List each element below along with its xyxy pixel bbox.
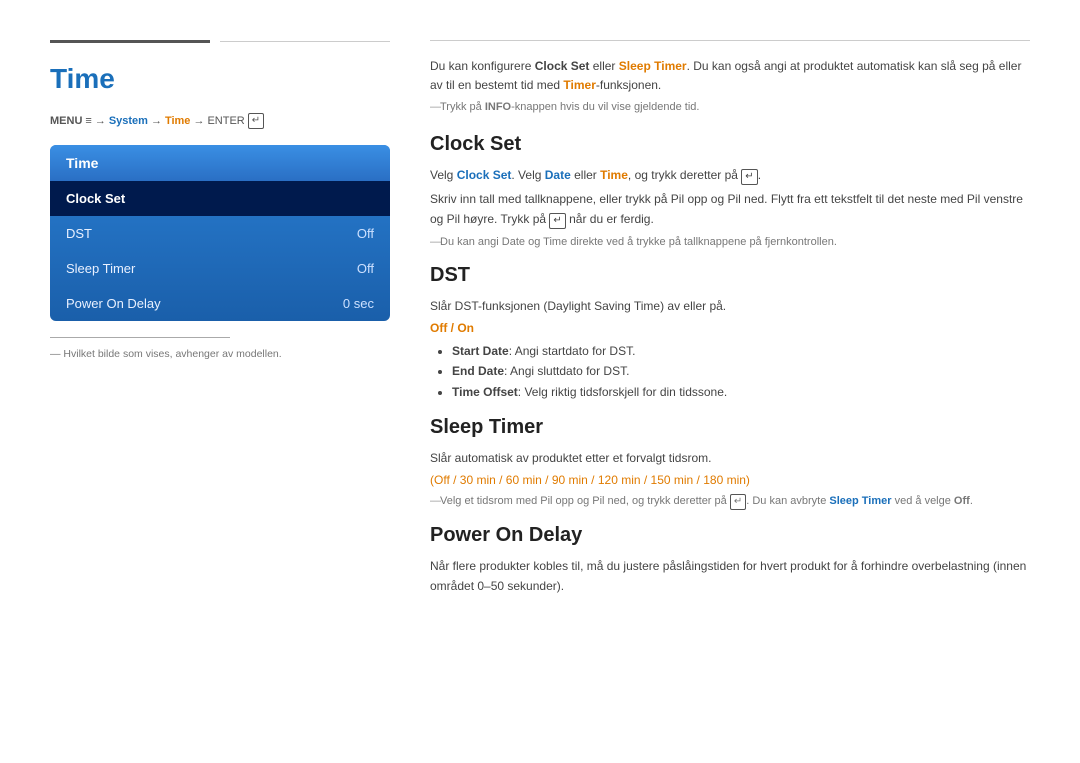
intro-note: Trykk på INFO-knappen hvis du vil vise g… <box>430 101 1030 113</box>
power-on-delay-body: Når flere produkter kobles til, må du ju… <box>430 557 1030 597</box>
section-title-sleep-timer: Sleep Timer <box>430 416 1030 439</box>
menu-item-dst[interactable]: DST Off <box>50 216 390 251</box>
menu-path: MENU ≡ → System → Time → ENTER ↵ <box>50 113 390 129</box>
menu-box: Time Clock Set DST Off Sleep Timer Off P… <box>50 145 390 321</box>
dst-label: DST <box>66 226 92 241</box>
arrow2: → <box>151 115 162 127</box>
right-column: Du kan konfigurere Clock Set eller Sleep… <box>430 40 1030 723</box>
thick-divider <box>50 40 210 43</box>
page-title: Time <box>50 63 390 95</box>
menu-item-power-on-delay[interactable]: Power On Delay 0 sec <box>50 286 390 321</box>
dst-status: Off / On <box>430 321 1030 335</box>
sleep-timer-note: Velg et tidsrom med Pil opp og Pil ned, … <box>430 493 1030 510</box>
section-title-dst: DST <box>430 264 1030 287</box>
thin-divider <box>220 41 390 42</box>
enter-label: ENTER <box>207 115 244 127</box>
sleep-timer-value: Off <box>357 261 374 276</box>
left-divider-line <box>50 337 230 338</box>
system-label: System <box>109 115 148 127</box>
clock-set-body2: Skriv inn tall med tallknappene, eller t… <box>430 190 1030 230</box>
time-label: Time <box>165 115 190 127</box>
left-column: Time MENU ≡ → System → Time → ENTER ↵ Ti… <box>50 40 390 723</box>
clock-set-body1: Velg Clock Set. Velg Date eller Time, og… <box>430 166 1030 186</box>
dst-bullet-end-date: End Date: Angi sluttdato for DST. <box>452 361 1030 381</box>
dst-value: Off <box>357 226 374 241</box>
power-on-delay-label: Power On Delay <box>66 296 161 311</box>
sleep-timer-label: Sleep Timer <box>66 261 135 276</box>
dst-bullet-start-date: Start Date: Angi startdato for DST. <box>452 341 1030 361</box>
menu-box-header: Time <box>50 145 390 181</box>
footnote-left: — Hvilket bilde som vises, avhenger av m… <box>50 348 390 360</box>
section-title-power-on-delay: Power On Delay <box>430 524 1030 547</box>
sleep-timer-body1: Slår automatisk av produktet etter et fo… <box>430 449 1030 469</box>
menu-label: MENU <box>50 115 82 127</box>
clock-set-label: Clock Set <box>66 191 125 206</box>
power-on-delay-value: 0 sec <box>343 296 374 311</box>
menu-item-sleep-timer[interactable]: Sleep Timer Off <box>50 251 390 286</box>
menu-icon: ≡ <box>85 115 91 127</box>
dst-body1: Slår DST-funksjonen (Daylight Saving Tim… <box>430 297 1030 317</box>
dst-bullet-list: Start Date: Angi startdato for DST. End … <box>430 341 1030 402</box>
enter-icon: ↵ <box>248 113 264 129</box>
top-divider <box>50 40 390 43</box>
section-title-clock-set: Clock Set <box>430 133 1030 156</box>
dst-bullet-time-offset: Time Offset: Velg riktig tidsforskjell f… <box>452 382 1030 402</box>
intro-text: Du kan konfigurere Clock Set eller Sleep… <box>430 57 1030 95</box>
clock-set-note: Du kan angi Date og Time direkte ved å t… <box>430 234 1030 251</box>
right-top-divider <box>430 40 1030 41</box>
arrow1: → <box>95 115 106 127</box>
menu-item-clock-set[interactable]: Clock Set <box>50 181 390 216</box>
sleep-timer-options: (Off / 30 min / 60 min / 90 min / 120 mi… <box>430 473 1030 487</box>
arrow3: → <box>193 115 204 127</box>
